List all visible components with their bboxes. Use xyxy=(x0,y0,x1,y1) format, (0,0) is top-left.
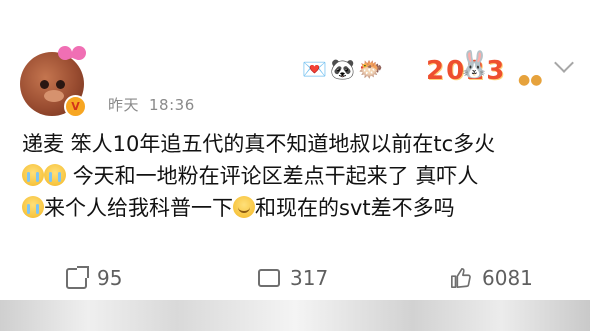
cry-emoji-icon xyxy=(22,196,44,218)
content-text-1: 递麦 笨人10年追五代的真不知道地叔以前在tc多火 xyxy=(22,132,496,156)
post-content: 递麦 笨人10年追五代的真不知道地叔以前在tc多火 今天和一地粉在评论区差点干起… xyxy=(22,128,578,224)
content-line-1: 递麦 笨人10年追五代的真不知道地叔以前在tc多火 xyxy=(22,128,578,160)
avatar-eye-right xyxy=(56,80,65,89)
action-bar: 95 317 6081 xyxy=(0,262,590,294)
puffer-fish-icon: 🐡 xyxy=(358,57,383,81)
avatar-eye-left xyxy=(40,80,49,89)
coins-icon: ●● xyxy=(518,72,543,88)
rabbit-icon: 🐰 xyxy=(458,50,491,80)
repost-count: 95 xyxy=(97,266,123,290)
repost-icon xyxy=(66,265,89,289)
post-meta: 昨天 18:36 xyxy=(108,94,195,115)
comment-button[interactable]: 317 xyxy=(258,262,328,294)
repost-button[interactable]: 95 xyxy=(66,262,122,294)
avatar-snout xyxy=(44,90,64,102)
content-text-2: 今天和一地粉在评论区差点干起来了 真吓人 xyxy=(72,164,479,188)
content-line-2: 今天和一地粉在评论区差点干起来了 真吓人 xyxy=(22,160,578,192)
content-text-3b: 和现在的svt差不多吗 xyxy=(255,196,455,220)
next-post-blurred-strip xyxy=(0,300,590,331)
panda-icon: 🐼 xyxy=(330,57,355,81)
cry-emoji-icon xyxy=(22,164,44,186)
heart-mail-icon: 💌 xyxy=(302,57,327,81)
time-value: 18:36 xyxy=(149,96,195,114)
like-button[interactable]: 6081 xyxy=(450,262,533,294)
bow-icon xyxy=(58,46,88,66)
content-text-3a: 来个人给我科普一下 xyxy=(44,196,233,220)
comment-icon xyxy=(258,263,280,287)
time-label: 昨天 xyxy=(108,96,140,114)
thumbs-up-icon xyxy=(451,268,471,288)
verified-badge: V xyxy=(64,95,87,118)
2023-rabbit-card[interactable]: 2023 🐰 ●● xyxy=(418,48,546,92)
cry-emoji-icon xyxy=(44,164,66,186)
chevron-down-icon[interactable] xyxy=(554,53,574,73)
content-line-3: 来个人给我科普一下 和现在的svt差不多吗 xyxy=(22,192,578,224)
weibo-post: V 昨天 18:36 💌 🐼 🐡 2023 🐰 ●● 递麦 笨人10年追五代的真不… xyxy=(0,0,590,300)
like-count: 6081 xyxy=(482,266,533,290)
smile-emoji-icon xyxy=(233,196,255,218)
comment-count: 317 xyxy=(290,266,329,290)
